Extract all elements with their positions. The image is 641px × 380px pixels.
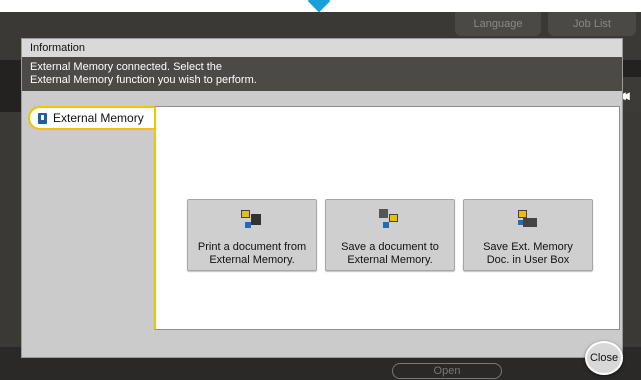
tab-label: External Memory [53, 111, 144, 125]
dialog-body: External Memory Print a document from Ex… [22, 91, 622, 357]
dialog-message-line1: External Memory connected. Select the [30, 61, 222, 73]
button-line1: Save a document to [341, 241, 439, 253]
job-list-button[interactable]: Job List [548, 12, 636, 36]
button-line1: Save Ext. Memory [483, 241, 573, 253]
content-panel: Print a document from External Memory. S… [154, 106, 620, 330]
information-dialog: Information External Memory connected. S… [21, 38, 623, 358]
print-from-memory-button[interactable]: Print a document from External Memory. [187, 199, 317, 271]
button-line1: Print a document from [197, 241, 307, 253]
dialog-message-line2: External Memory function you wish to per… [30, 74, 257, 86]
close-button[interactable]: Close [585, 341, 623, 375]
button-line2: Doc. in User Box [486, 254, 570, 266]
button-line2: External Memory. [347, 254, 433, 266]
dialog-message: External Memory connected. Select the Ex… [22, 57, 622, 91]
open-button[interactable]: Open [392, 363, 502, 379]
tab-external-memory[interactable]: External Memory [28, 106, 156, 130]
save-to-memory-icon [377, 208, 403, 232]
save-to-user-box-button[interactable]: Save Ext. Memory Doc. in User Box [463, 199, 593, 271]
language-button[interactable]: Language [455, 12, 541, 36]
save-to-memory-button[interactable]: Save a document to External Memory. [325, 199, 455, 271]
save-to-user-box-icon [515, 208, 541, 232]
usb-memory-icon [38, 112, 47, 124]
button-line2: External Memory. [209, 254, 295, 266]
print-from-memory-icon [239, 208, 265, 232]
dialog-title: Information [22, 39, 622, 57]
